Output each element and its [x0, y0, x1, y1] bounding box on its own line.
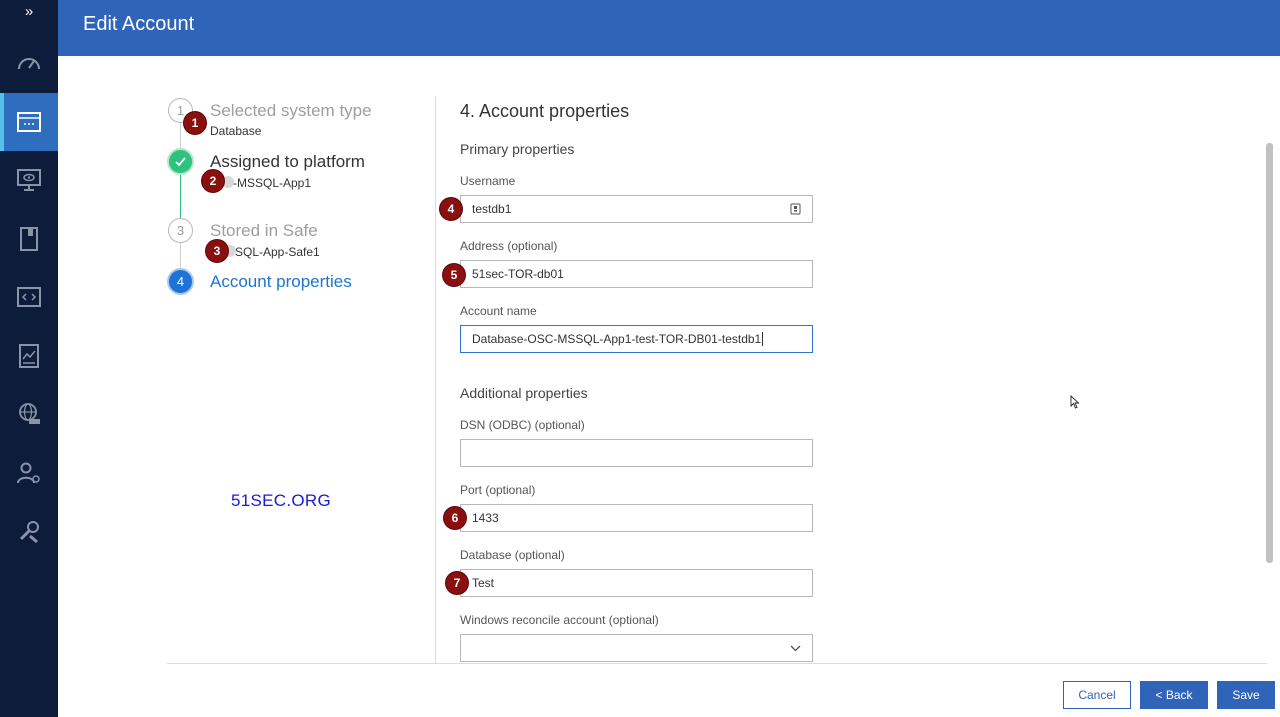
dsn-label: DSN (ODBC) (optional): [460, 418, 585, 432]
step-label: Account properties: [210, 272, 352, 291]
administration-icon: [19, 521, 39, 544]
step-connector: [180, 122, 181, 148]
policies-icon: [20, 227, 38, 251]
expand-nav-button[interactable]: »: [0, 0, 58, 26]
step-sub: Database: [210, 124, 262, 138]
applications-icon: [17, 287, 41, 307]
step-label: Selected system type: [210, 101, 372, 120]
nav-users[interactable]: [0, 444, 58, 502]
step-number: 3: [168, 218, 193, 243]
nav-dashboard[interactable]: [0, 34, 58, 92]
watermark: 51SEC.ORG: [231, 491, 332, 510]
dashboard-icon: [18, 58, 40, 70]
database-label: Database (optional): [460, 548, 565, 562]
port-value: 1433: [472, 511, 499, 525]
save-button[interactable]: Save: [1217, 681, 1275, 709]
accounts-icon: [17, 112, 41, 132]
annotation-badge: 5: [443, 264, 465, 286]
nav-policies[interactable]: [0, 210, 58, 268]
step-number: 4: [167, 268, 194, 295]
network-icon: [19, 403, 40, 424]
annotation-badge: 3: [206, 240, 228, 262]
back-button[interactable]: < Back: [1140, 681, 1208, 709]
form-title: 4. Account properties: [460, 101, 630, 121]
nav-accounts[interactable]: [0, 93, 58, 151]
step-label: Assigned to platform: [210, 152, 365, 171]
page-header: Edit Account: [58, 0, 1280, 56]
footer-divider: [167, 663, 1267, 664]
left-nav: »: [0, 0, 58, 717]
nav-applications[interactable]: [0, 268, 58, 326]
scrollbar-thumb[interactable]: [1266, 143, 1273, 563]
reports-icon: [19, 344, 39, 368]
cancel-button[interactable]: Cancel: [1063, 681, 1131, 709]
address-label: Address (optional): [460, 239, 558, 253]
username-label: Username: [460, 174, 516, 188]
nav-reports[interactable]: [0, 327, 58, 385]
check-icon: [167, 148, 194, 175]
mouse-cursor-icon: [1070, 395, 1080, 409]
dsn-field[interactable]: [460, 439, 813, 467]
step-sub: -MSSQL-App1: [233, 176, 312, 190]
database-value: Test: [472, 576, 495, 590]
chevron-down-icon: [789, 642, 801, 654]
monitoring-icon: [17, 169, 41, 191]
annotation-badge: 1: [184, 112, 206, 134]
nav-administration[interactable]: [0, 502, 58, 560]
users-settings-icon: [17, 462, 40, 484]
account-name-field[interactable]: Database-OSC-MSSQL-App1-test-TOR-DB01-te…: [460, 325, 813, 353]
section-additional-properties: Additional properties: [460, 385, 588, 401]
account-name-value: Database-OSC-MSSQL-App1-test-TOR-DB01-te…: [472, 332, 762, 346]
text-caret: [762, 332, 764, 346]
scrollbar[interactable]: [1266, 140, 1274, 660]
annotation-badge: 7: [446, 572, 468, 594]
account-name-label: Account name: [460, 304, 537, 318]
section-primary-properties: Primary properties: [460, 141, 575, 157]
database-field[interactable]: Test: [460, 569, 813, 597]
annotation-badge: 6: [444, 507, 466, 529]
annotation-badge: 4: [440, 198, 462, 220]
step-connector: [180, 243, 181, 269]
port-field[interactable]: 1433: [460, 504, 813, 532]
reconcile-label: Windows reconcile account (optional): [460, 613, 659, 627]
step-connector: [180, 174, 181, 218]
address-value: 51sec-TOR-db01: [472, 267, 564, 281]
nav-monitoring[interactable]: [0, 151, 58, 209]
username-field[interactable]: testdb1: [460, 195, 813, 223]
port-label: Port (optional): [460, 483, 536, 497]
reconcile-account-select[interactable]: [460, 634, 813, 662]
password-manager-icon[interactable]: [789, 203, 801, 215]
annotation-badge: 2: [202, 170, 224, 192]
panel-divider: [435, 97, 436, 664]
nav-network[interactable]: [0, 385, 58, 443]
page-title: Edit Account: [83, 13, 195, 35]
address-field[interactable]: 51sec-TOR-db01: [460, 260, 813, 288]
step-label: Stored in Safe: [210, 221, 318, 240]
step-sub: -SQL-App-Safe1: [231, 245, 320, 259]
username-value: testdb1: [472, 202, 512, 216]
